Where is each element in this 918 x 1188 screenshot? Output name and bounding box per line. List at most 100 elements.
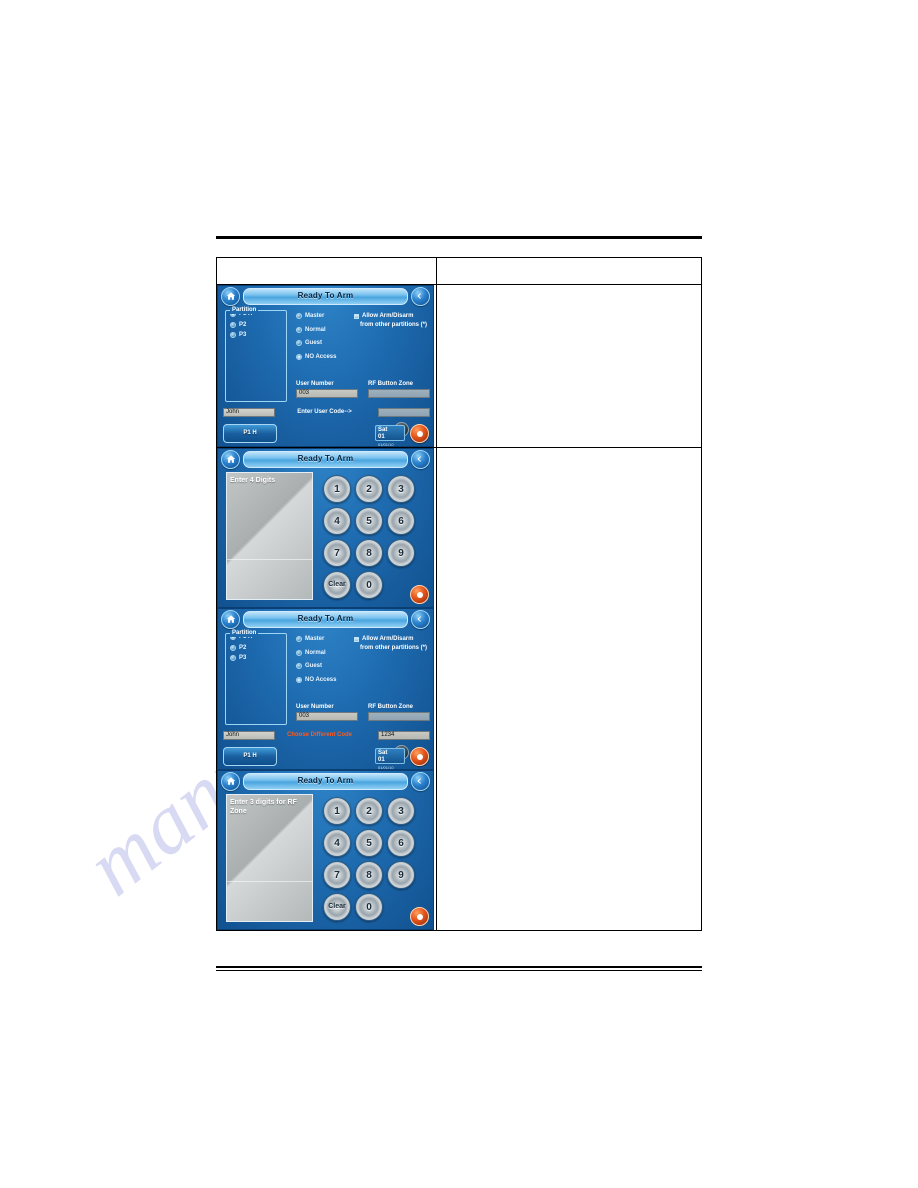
key-7[interactable]: 7 (323, 861, 351, 889)
keypad-display: Enter 3 digits for RF Zone (226, 794, 313, 922)
display-divider (227, 881, 312, 882)
user-number-label: User Number (296, 704, 334, 710)
key-2[interactable]: 2 (355, 475, 383, 503)
back-arrow-icon[interactable] (411, 449, 430, 469)
partition-option-p3[interactable]: P3 (230, 655, 286, 662)
panel-title: Ready To Arm (243, 610, 408, 628)
table-row: Ready To Arm Enter 4 Digits 1 2 3 4 5 6 … (216, 447, 703, 931)
radio-icon (230, 644, 236, 651)
enter-user-code-label: Enter User Code--> (297, 409, 352, 416)
key-5[interactable]: 5 (355, 507, 383, 535)
back-arrow-icon[interactable] (411, 286, 430, 306)
panel-titlebar: Ready To Arm (218, 449, 433, 469)
checkbox-icon[interactable] (354, 637, 359, 642)
key-1[interactable]: 1 (323, 797, 351, 825)
user-name-input[interactable]: John (223, 731, 275, 740)
partition-option-label: P3 (239, 655, 247, 662)
key-2[interactable]: 2 (355, 797, 383, 825)
key-0[interactable]: 0 (355, 893, 383, 921)
allow-arm-disarm-sublabel: from other partitions (*) (360, 321, 427, 328)
datetime-widget[interactable]: Sat 01 01/01/10 (375, 748, 405, 769)
rf-button-zone-input[interactable] (368, 711, 430, 721)
key-6[interactable]: 6 (387, 507, 415, 535)
access-option-normal[interactable]: Normal (296, 327, 354, 334)
access-level-group: Master Normal Guest NO Access (296, 313, 354, 367)
allow-arm-disarm-block[interactable]: Allow Arm/Disarm from other partitions (… (354, 636, 430, 651)
partition-button[interactable]: P1 H (223, 424, 277, 443)
access-option-master[interactable]: Master (296, 313, 354, 320)
partition-button[interactable]: P1 H (223, 747, 277, 766)
keypad-body: Enter 4 Digits 1 2 3 4 5 6 7 8 9 Clear 0 (218, 469, 433, 607)
radio-icon (296, 649, 302, 656)
access-option-master[interactable]: Master (296, 636, 354, 643)
rf-button-zone-group: RF Button Zone (368, 381, 430, 398)
back-arrow-icon[interactable] (411, 771, 430, 791)
rf-button-zone-label: RF Button Zone (368, 704, 413, 710)
home-icon[interactable] (221, 286, 240, 306)
touchscreen-panel-keypad-2: Ready To Arm Enter 3 digits for RF Zone … (217, 770, 434, 930)
power-button-icon[interactable] (410, 907, 429, 926)
allow-arm-disarm-label: Allow Arm/Disarm (362, 313, 414, 319)
touchscreen-panel-user-setup-2: Ready To Arm Partition P1 H* P2 P3 Maste… (217, 608, 434, 770)
key-4[interactable]: 4 (323, 507, 351, 535)
key-3[interactable]: 3 (387, 475, 415, 503)
partition-option-p2[interactable]: P2 (230, 322, 286, 329)
rf-button-zone-label: RF Button Zone (368, 381, 413, 387)
rf-button-zone-input[interactable] (368, 388, 430, 398)
user-number-input[interactable]: 003 (296, 711, 358, 721)
user-name-input[interactable]: John (223, 408, 275, 417)
datetime-widget[interactable]: Sat 01 01/01/10 (375, 425, 405, 446)
partition-option-p3[interactable]: P3 (230, 332, 286, 339)
table-row: Ready To Arm Partition P1 H* P2 P3 Maste… (216, 284, 703, 448)
key-6[interactable]: 6 (387, 829, 415, 857)
access-option-label: Master (305, 313, 325, 319)
notes-cell-2 (435, 447, 703, 931)
user-number-input[interactable]: 003 (296, 388, 358, 398)
key-clear[interactable]: Clear (323, 893, 351, 921)
radio-icon (230, 332, 236, 339)
back-arrow-icon[interactable] (411, 609, 430, 629)
power-button-icon[interactable] (410, 424, 429, 443)
key-4[interactable]: 4 (323, 829, 351, 857)
allow-arm-disarm-block[interactable]: Allow Arm/Disarm from other partitions (… (354, 313, 430, 328)
table-header-cell-left (216, 257, 437, 285)
choose-different-code-label: Choose Different Code (287, 732, 353, 739)
partition-legend: Partition (230, 630, 259, 637)
user-code-input[interactable] (378, 408, 430, 417)
user-number-group: User Number 003 (296, 704, 358, 721)
access-option-label: Normal (305, 649, 326, 656)
home-icon[interactable] (221, 609, 240, 629)
access-option-guest[interactable]: Guest (296, 340, 354, 347)
panel-form-body: Partition P1 H* P2 P3 Master Normal Gues… (218, 629, 433, 769)
home-icon[interactable] (221, 771, 240, 791)
key-1[interactable]: 1 (323, 475, 351, 503)
key-5[interactable]: 5 (355, 829, 383, 857)
partition-option-p2[interactable]: P2 (230, 645, 286, 652)
power-button-icon[interactable] (410, 747, 429, 766)
panel-titlebar: Ready To Arm (218, 771, 433, 791)
access-option-normal[interactable]: Normal (296, 650, 354, 657)
access-option-guest[interactable]: Guest (296, 663, 354, 670)
key-9[interactable]: 9 (387, 861, 415, 889)
key-9[interactable]: 9 (387, 539, 415, 567)
datetime-day: Sat (378, 427, 388, 433)
user-code-input[interactable]: 1234 (378, 731, 430, 740)
key-clear[interactable]: Clear (323, 571, 351, 599)
power-button-icon[interactable] (410, 585, 429, 604)
radio-icon (230, 321, 236, 328)
key-8[interactable]: 8 (355, 861, 383, 889)
key-0[interactable]: 0 (355, 571, 383, 599)
user-name-row: John Choose Different Code 1234 (223, 731, 430, 740)
number-fields-row: User Number 003 RF Button Zone (296, 704, 430, 721)
key-3[interactable]: 3 (387, 797, 415, 825)
key-8[interactable]: 8 (355, 539, 383, 567)
checkbox-icon[interactable] (354, 314, 359, 319)
radio-icon (296, 354, 302, 361)
partition-option-label: P2 (239, 321, 247, 328)
access-option-label: Normal (305, 326, 326, 333)
notes-cell-1 (435, 284, 703, 448)
access-option-no-access[interactable]: NO Access (296, 677, 354, 684)
key-7[interactable]: 7 (323, 539, 351, 567)
access-option-no-access[interactable]: NO Access (296, 354, 354, 361)
home-icon[interactable] (221, 449, 240, 469)
